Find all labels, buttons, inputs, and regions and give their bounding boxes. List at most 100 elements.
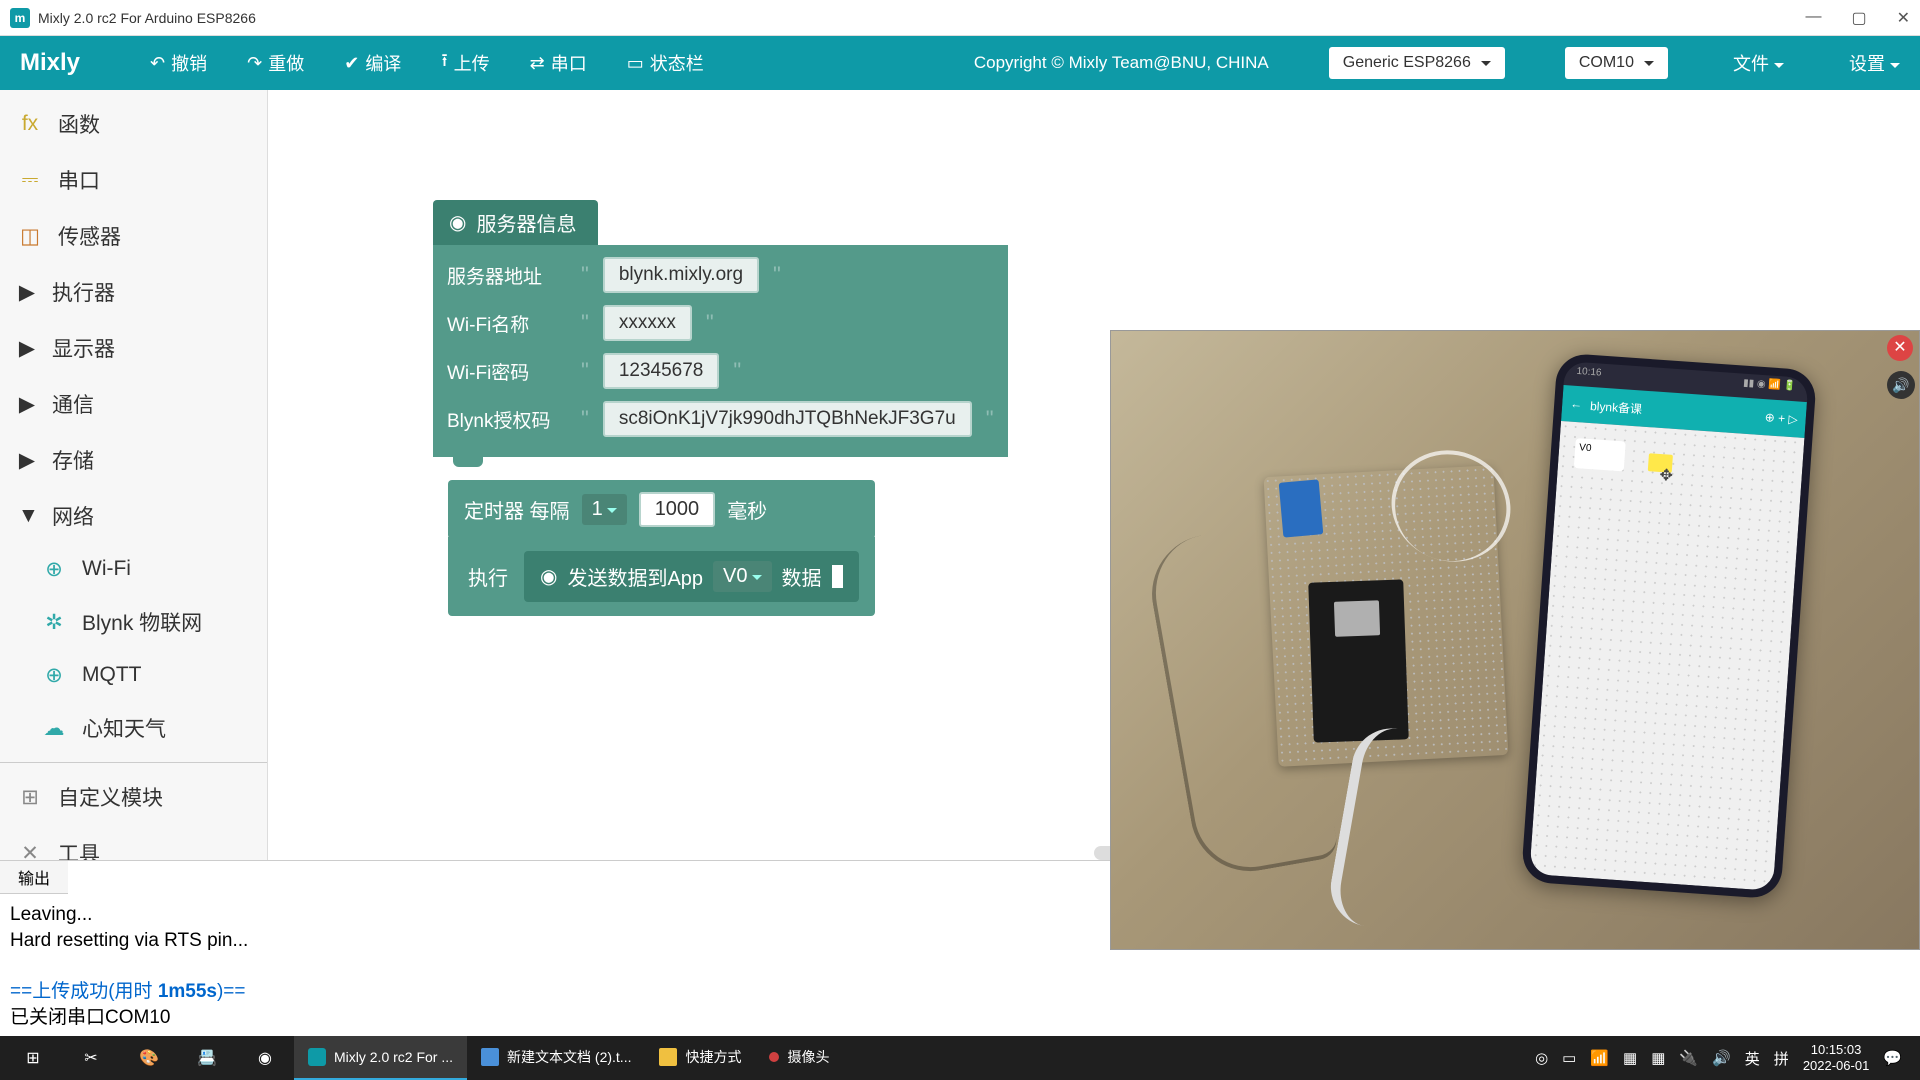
sidebar-item-sensor[interactable]: ◫传感器 (0, 208, 267, 264)
token-label: Blynk授权码 (447, 406, 567, 433)
taskbar-snip[interactable]: ✂ (62, 1036, 120, 1080)
timer-num-select[interactable]: 1 (582, 494, 627, 525)
windows-taskbar: ⊞ ✂ 🎨 📇 ◉ Mixly 2.0 rc2 For ... 新建文本文档 (… (0, 1036, 1920, 1080)
volume-icon[interactable]: 🔊 (1712, 1049, 1731, 1067)
taskbar-app-mixly[interactable]: Mixly 2.0 rc2 For ... (294, 1036, 467, 1080)
sidebar-item-storage[interactable]: ▶存储 (0, 432, 267, 488)
exec-label: 执行 (468, 562, 508, 591)
camera-overlay: ✕ 🔊 10:16▮▮ ◉ 📶 🔋 ←blynk备课⊕ + ▷ V0 ✥ (1110, 330, 1920, 950)
port-select[interactable]: COM10 (1565, 47, 1668, 79)
taskbar-app-camera[interactable]: 摄像头 (755, 1036, 843, 1080)
chevron-down-icon (1890, 63, 1900, 73)
wifi-icon: ⊕ (42, 557, 66, 581)
main-toolbar: Mixly ↶ 撤销 ↷ 重做 ✔ 编译 ⭱ 上传 ⇄ 串口 ▭ 状态栏 Cop… (0, 36, 1920, 90)
board-select[interactable]: Generic ESP8266 (1329, 47, 1505, 79)
ime-indicator[interactable]: 英 (1745, 1048, 1760, 1069)
wifi-icon: ◉ (449, 210, 466, 235)
copyright-text: Copyright © Mixly Team@BNU, CHINA (974, 53, 1269, 73)
token-value[interactable]: sc8iOnK1jV7jk990dhJTQBhNekJF3G7u (603, 401, 972, 437)
send-data-value[interactable]: 0 (832, 565, 843, 588)
phone-status-icons: ▮▮ ◉ 📶 🔋 (1742, 378, 1796, 398)
sidebar-subitem-wifi[interactable]: ⊕Wi-Fi (0, 544, 267, 594)
block-send-data[interactable]: ◉ 发送数据到App V0 数据 0 (524, 551, 859, 602)
chevron-right-icon: ▶ (18, 392, 36, 417)
sidebar-item-custom[interactable]: ⊞自定义模块 (0, 769, 267, 825)
wifi-ssid-label: Wi-Fi名称 (447, 310, 567, 337)
phone-app-title: blynk备课 (1590, 396, 1643, 417)
send-label: 发送数据到App (567, 562, 703, 591)
chevron-down-icon (752, 575, 762, 585)
sidebar-item-serial[interactable]: ⎓串口 (0, 152, 267, 208)
wifi-pwd-value[interactable]: 12345678 (603, 353, 720, 389)
sidebar-subitem-weather[interactable]: ☁心知天气 (0, 700, 267, 756)
blynk-icon: ✲ (42, 610, 66, 634)
taskbar-app-notepad[interactable]: 新建文本文档 (2).t... (467, 1036, 645, 1080)
block-server-info[interactable]: ◉服务器信息 服务器地址"blynk.mixly.org" Wi-Fi名称"xx… (433, 200, 1008, 467)
sidebar-subitem-mqtt[interactable]: ⊕MQTT (0, 650, 267, 700)
taskbar-paint[interactable]: 🎨 (120, 1036, 178, 1080)
window-minimize[interactable]: — (1805, 8, 1821, 28)
settings-menu[interactable]: 设置 (1849, 50, 1900, 76)
sidebar-subitem-blynk[interactable]: ✲Blynk 物联网 (0, 594, 267, 650)
server-addr-label: 服务器地址 (447, 262, 567, 289)
window-titlebar: m Mixly 2.0 rc2 For Arduino ESP8266 — ▢ … (0, 0, 1920, 36)
camera-sound-button[interactable]: 🔊 (1887, 371, 1915, 399)
upload-button[interactable]: ⭱ 上传 (441, 48, 489, 78)
window-maximize[interactable]: ▢ (1851, 8, 1866, 28)
wifi-ssid-value[interactable]: xxxxxx (603, 305, 692, 341)
window-title: Mixly 2.0 rc2 For Arduino ESP8266 (38, 10, 256, 26)
timer-unit-label: 毫秒 (727, 495, 767, 524)
phone-image: 10:16▮▮ ◉ 📶 🔋 ←blynk备课⊕ + ▷ V0 ✥ (1521, 353, 1817, 900)
move-cursor-icon: ✥ (1659, 465, 1674, 486)
sidebar-item-comm[interactable]: ▶通信 (0, 376, 267, 432)
tray-icon[interactable]: ◎ (1535, 1049, 1548, 1067)
chevron-right-icon: ▶ (18, 448, 36, 473)
undo-button[interactable]: ↶ 撤销 (150, 50, 207, 76)
taskbar-edge[interactable]: ◉ (236, 1036, 294, 1080)
tray-icon[interactable]: ▦ (1651, 1049, 1665, 1067)
mqtt-icon: ⊕ (42, 663, 66, 687)
weather-icon: ☁ (42, 716, 66, 740)
sidebar-item-display[interactable]: ▶显示器 (0, 320, 267, 376)
server-addr-value[interactable]: blynk.mixly.org (603, 257, 759, 293)
camera-close-button[interactable]: ✕ (1887, 335, 1913, 361)
phone-widget: V0 (1574, 438, 1626, 471)
tray-icon[interactable]: ▦ (1623, 1049, 1637, 1067)
system-tray: ◎ ▭ 📶 ▦ ▦ 🔌 🔊 英 拼 10:15:03 2022-06-01 💬 (1535, 1042, 1916, 1073)
sensor-image (1279, 479, 1324, 537)
category-sidebar[interactable]: fx函数 ⎓串口 ◫传感器 ▶执行器 ▶显示器 ▶通信 ▶存储 ▼网络 ⊕Wi-… (0, 90, 268, 860)
app-logo: Mixly (20, 49, 80, 77)
wifi-icon: ◉ (540, 564, 557, 589)
ime-icon[interactable]: 拼 (1774, 1048, 1789, 1069)
timer-label: 定时器 每隔 (464, 495, 570, 524)
serial-button[interactable]: ⇄ 串口 (530, 50, 587, 76)
back-icon: ← (1570, 397, 1583, 412)
plug-icon: ⎓ (18, 168, 42, 192)
redo-button[interactable]: ↷ 重做 (247, 50, 304, 76)
output-tab[interactable]: 输出 (0, 861, 68, 894)
send-pin-select[interactable]: V0 (713, 561, 771, 592)
statusbar-button[interactable]: ▭ 状态栏 (627, 50, 704, 76)
taskbar-clock[interactable]: 10:15:03 2022-06-01 (1803, 1042, 1870, 1073)
chevron-down-icon: ▼ (18, 504, 36, 528)
sidebar-item-tools[interactable]: ✕工具 (0, 825, 267, 860)
fx-icon: fx (18, 112, 42, 136)
compile-button[interactable]: ✔ 编译 (344, 50, 401, 76)
chevron-down-icon (607, 508, 617, 518)
start-button[interactable]: ⊞ (4, 1036, 62, 1080)
battery-icon[interactable]: 🔌 (1679, 1049, 1698, 1067)
wifi-icon[interactable]: 📶 (1590, 1049, 1609, 1067)
sidebar-item-function[interactable]: fx函数 (0, 96, 267, 152)
taskbar-app-shortcut[interactable]: 快捷方式 (645, 1036, 755, 1080)
notification-icon[interactable]: 💬 (1883, 1049, 1902, 1067)
wifi-pwd-label: Wi-Fi密码 (447, 358, 567, 385)
sidebar-item-network[interactable]: ▼网络 (0, 488, 267, 544)
block-timer[interactable]: 定时器 每隔 1 1000 毫秒 执行 ◉ 发送数据到App V0 数据 0 (448, 480, 875, 616)
sidebar-item-actuator[interactable]: ▶执行器 (0, 264, 267, 320)
tray-icon[interactable]: ▭ (1562, 1049, 1576, 1067)
file-menu[interactable]: 文件 (1733, 50, 1784, 76)
timer-interval-input[interactable]: 1000 (639, 492, 716, 527)
taskbar-calc[interactable]: 📇 (178, 1036, 236, 1080)
window-close[interactable]: ✕ (1897, 8, 1910, 28)
chevron-right-icon: ▶ (18, 336, 36, 361)
